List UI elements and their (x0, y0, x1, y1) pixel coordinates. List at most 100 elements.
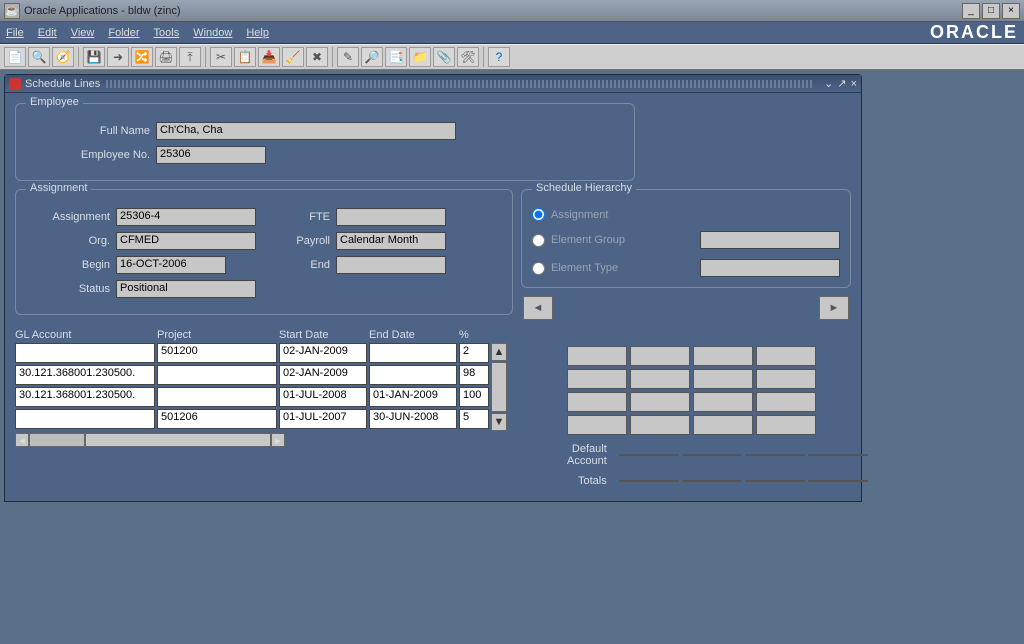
scroll-left-icon[interactable]: ◂ (15, 433, 29, 447)
emp-no-field[interactable]: 25306 (156, 146, 266, 164)
cell-end[interactable]: 01-JAN-2009 (369, 387, 457, 407)
default-account-cell[interactable] (619, 454, 679, 456)
tool-delete-icon[interactable]: ✖ (306, 47, 328, 67)
grid-cell[interactable] (567, 415, 627, 435)
tool-print-icon[interactable]: 🖨 (155, 47, 177, 67)
grid-cell[interactable] (756, 346, 816, 366)
cell-pct[interactable]: 100 (459, 387, 489, 407)
begin-field[interactable]: 16-OCT-2006 (116, 256, 226, 274)
tool-cut-icon[interactable]: ✂ (210, 47, 232, 67)
close-button[interactable]: × (1002, 3, 1020, 19)
grid-cell[interactable] (630, 346, 690, 366)
grid-cell[interactable] (630, 392, 690, 412)
grid-cell[interactable] (756, 415, 816, 435)
cell-end[interactable]: 30-JUN-2008 (369, 409, 457, 429)
grid-cell[interactable] (693, 369, 753, 389)
radio-element-group[interactable] (532, 234, 545, 247)
grid-cell[interactable] (756, 369, 816, 389)
scroll-track[interactable] (491, 362, 507, 412)
cell-start[interactable]: 02-JAN-2009 (279, 365, 367, 385)
table-vscroll[interactable]: ▲ ▼ (491, 343, 507, 431)
menu-tools[interactable]: Tools (154, 27, 180, 39)
cell-project[interactable]: 501200 (157, 343, 277, 363)
grid-cell[interactable] (693, 346, 753, 366)
nav-prev-button[interactable]: ◄ (523, 296, 553, 320)
cell-gl[interactable]: 30.121.368001.230500. (15, 365, 155, 385)
tool-nav-icon[interactable]: 🧭 (52, 47, 74, 67)
tool-pageup-icon[interactable]: ⤒ (179, 47, 201, 67)
menu-help[interactable]: Help (246, 27, 269, 39)
radio-assignment[interactable] (532, 208, 545, 221)
grid-cell[interactable] (567, 346, 627, 366)
payroll-field[interactable]: Calendar Month (336, 232, 446, 250)
element-group-field[interactable] (700, 231, 840, 249)
tool-tools-icon[interactable]: 🛠 (457, 47, 479, 67)
totals-cell[interactable] (682, 480, 742, 482)
table-row[interactable]: 501200 02-JAN-2009 2 (15, 343, 491, 363)
nav-next-button[interactable]: ► (819, 296, 849, 320)
tool-save-icon[interactable]: 💾 (83, 47, 105, 67)
cell-project[interactable] (157, 365, 277, 385)
cell-gl[interactable] (15, 343, 155, 363)
status-field[interactable]: Positional (116, 280, 256, 298)
menu-file[interactable]: File (6, 27, 24, 39)
tool-edit-icon[interactable]: ✎ (337, 47, 359, 67)
tool-attach-icon[interactable]: 📎 (433, 47, 455, 67)
menu-folder[interactable]: Folder (108, 27, 139, 39)
scroll-right-icon[interactable]: ▸ (271, 433, 285, 447)
scroll-thumb[interactable] (29, 433, 85, 447)
grid-cell[interactable] (630, 415, 690, 435)
minimize-button[interactable]: _ (962, 3, 980, 19)
assignment-field[interactable]: 25306-4 (116, 208, 256, 226)
default-account-cell[interactable] (745, 454, 805, 456)
cell-gl[interactable]: 30.121.368001.230500. (15, 387, 155, 407)
table-row[interactable]: 30.121.368001.230500. 01-JUL-2008 01-JAN… (15, 387, 491, 407)
cell-start[interactable]: 01-JUL-2007 (279, 409, 367, 429)
cell-project[interactable]: 501206 (157, 409, 277, 429)
cell-gl[interactable] (15, 409, 155, 429)
tool-new-icon[interactable]: 📄 (4, 47, 26, 67)
scroll-track-h[interactable] (85, 433, 271, 447)
table-row[interactable]: 30.121.368001.230500. 02-JAN-2009 98 (15, 365, 491, 385)
tool-find-icon[interactable]: 🔍 (28, 47, 50, 67)
frame-close-icon[interactable]: × (851, 78, 857, 90)
cell-pct[interactable]: 2 (459, 343, 489, 363)
table-hscroll[interactable]: ◂ ▸ (15, 433, 285, 447)
frame-titlebar[interactable]: Schedule Lines ⌄ ↗ × (5, 75, 861, 93)
tool-copy-icon[interactable]: 📋 (234, 47, 256, 67)
full-name-field[interactable]: Ch'Cha, Cha (156, 122, 456, 140)
grid-cell[interactable] (693, 392, 753, 412)
tool-lov-icon[interactable]: 📑 (385, 47, 407, 67)
grid-cell[interactable] (630, 369, 690, 389)
default-account-cell[interactable] (808, 454, 868, 456)
scroll-up-icon[interactable]: ▲ (491, 343, 507, 361)
tool-paste-icon[interactable]: 📥 (258, 47, 280, 67)
grid-cell[interactable] (693, 415, 753, 435)
element-type-field[interactable] (700, 259, 840, 277)
end-field[interactable] (336, 256, 446, 274)
grid-cell[interactable] (567, 369, 627, 389)
cell-project[interactable] (157, 387, 277, 407)
menu-edit[interactable]: Edit (38, 27, 57, 39)
frame-min-icon[interactable]: ⌄ (824, 77, 833, 90)
menu-window[interactable]: Window (193, 27, 232, 39)
totals-cell[interactable] (619, 480, 679, 482)
maximize-button[interactable]: □ (982, 3, 1000, 19)
cell-start[interactable]: 02-JAN-2009 (279, 343, 367, 363)
tool-zoom-icon[interactable]: 🔎 (361, 47, 383, 67)
org-field[interactable]: CFMED (116, 232, 256, 250)
frame-max-icon[interactable]: ↗ (837, 77, 846, 90)
fte-field[interactable] (336, 208, 446, 226)
tool-switch-icon[interactable]: 🔀 (131, 47, 153, 67)
tool-clear-icon[interactable]: 🧹 (282, 47, 304, 67)
cell-pct[interactable]: 98 (459, 365, 489, 385)
menu-view[interactable]: View (71, 27, 95, 39)
totals-cell[interactable] (808, 480, 868, 482)
cell-start[interactable]: 01-JUL-2008 (279, 387, 367, 407)
totals-cell[interactable] (745, 480, 805, 482)
cell-pct[interactable]: 5 (459, 409, 489, 429)
scroll-down-icon[interactable]: ▼ (491, 413, 507, 431)
grid-cell[interactable] (756, 392, 816, 412)
tool-help-icon[interactable]: ? (488, 47, 510, 67)
default-account-cell[interactable] (682, 454, 742, 456)
